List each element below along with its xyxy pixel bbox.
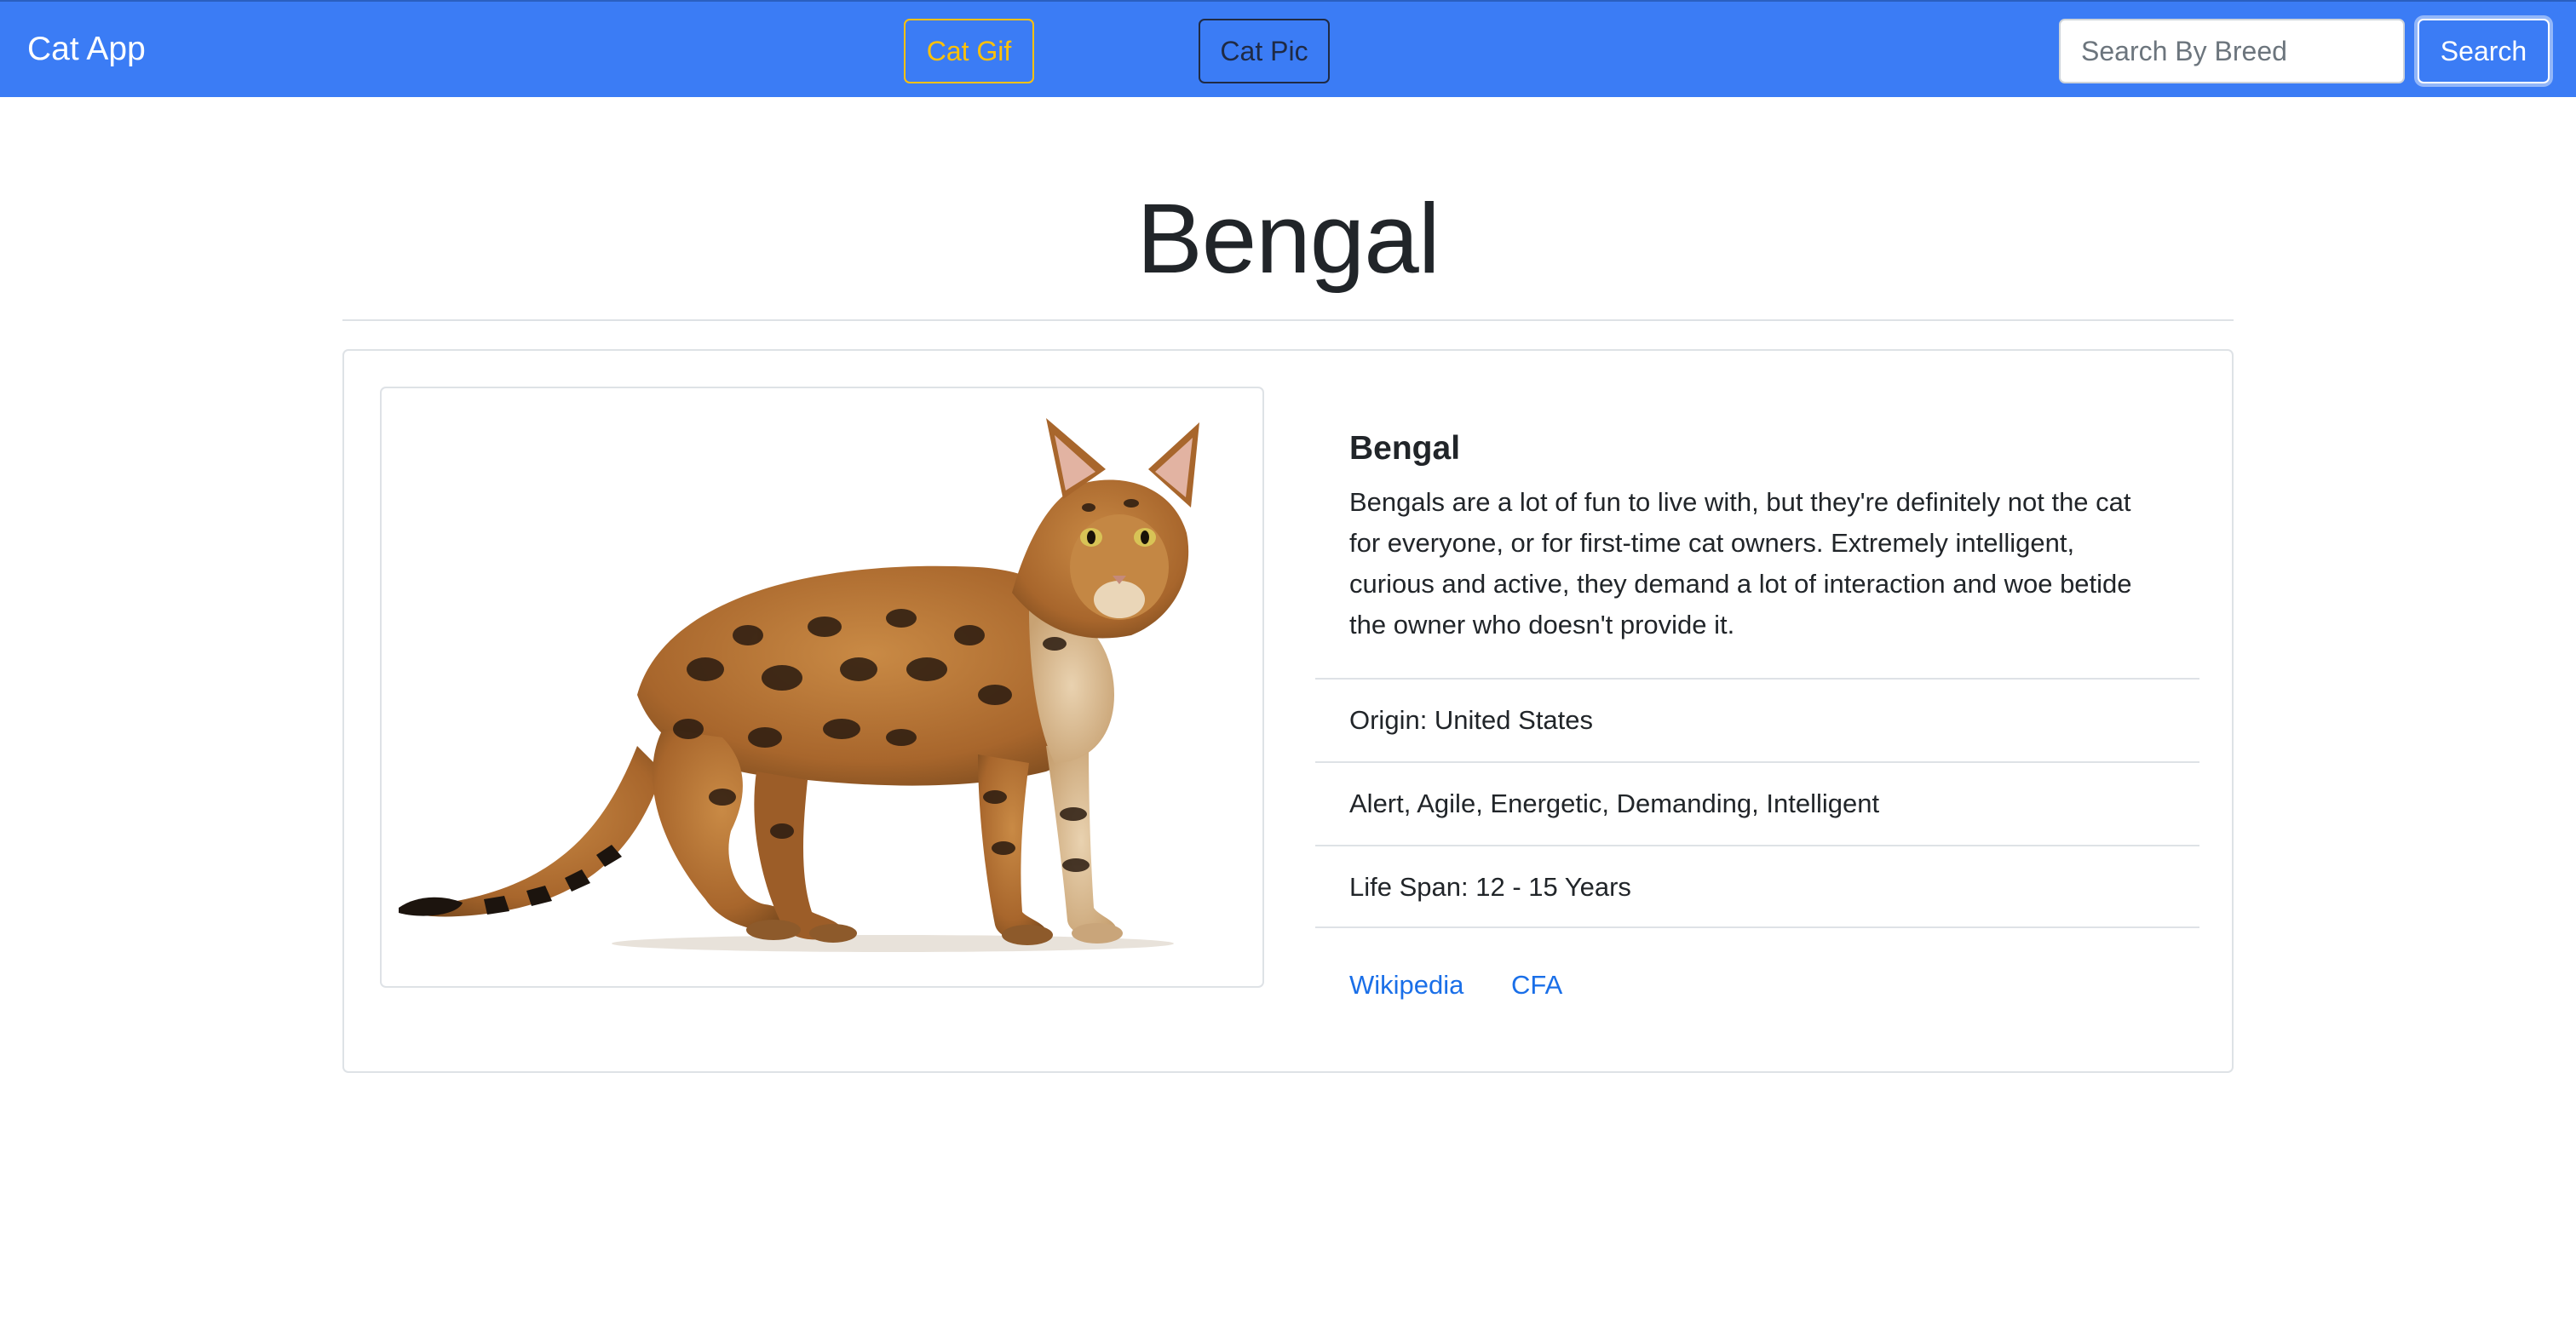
- search-button[interactable]: Search: [2418, 19, 2550, 83]
- origin-item: Origin: United States: [1315, 678, 2199, 761]
- temperament-item: Alert, Agile, Energetic, Demanding, Inte…: [1315, 761, 2199, 845]
- page-title: Bengal: [1136, 183, 1440, 294]
- search-input[interactable]: [2059, 19, 2405, 83]
- breed-description: Bengals are a lot of fun to live with, b…: [1349, 487, 2132, 640]
- cat-gif-button[interactable]: Cat Gif: [904, 19, 1034, 83]
- app-brand[interactable]: Cat App: [27, 27, 146, 72]
- breed-name: Bengal: [1349, 430, 1461, 467]
- cat-image: [380, 387, 1264, 988]
- bengal-cat-illustration: [399, 418, 1199, 952]
- cfa-link[interactable]: CFA: [1511, 964, 1562, 1007]
- breed-card: Bengal Bengals are a lot of fun to live …: [342, 349, 2234, 1073]
- life-span-item: Life Span: 12 - 15 Years: [1315, 845, 2199, 928]
- wikipedia-link[interactable]: Wikipedia: [1349, 964, 1463, 1007]
- divider: [342, 319, 2234, 321]
- navbar: Cat App Cat Gif Cat Pic Search: [0, 0, 2576, 97]
- cat-pic-button[interactable]: Cat Pic: [1199, 19, 1330, 83]
